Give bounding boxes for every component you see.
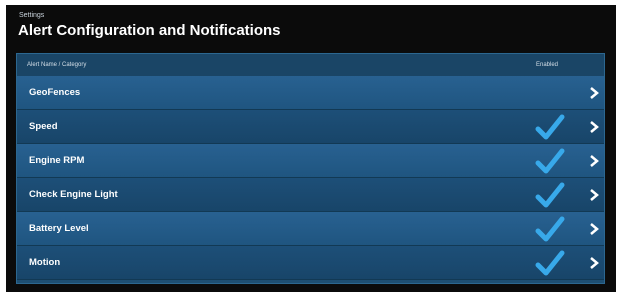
chevron-right-icon[interactable] <box>589 154 599 168</box>
chevron-right-icon[interactable] <box>589 256 599 270</box>
checkmark-icon[interactable] <box>535 112 565 142</box>
alert-row-check-engine-light[interactable]: Check Engine Light <box>17 178 604 212</box>
checkmark-icon[interactable] <box>535 180 565 210</box>
alerts-table: Alert Name / Category Enabled GeoFences … <box>16 53 605 284</box>
column-header-enabled: Enabled <box>536 62 559 68</box>
checkmark-icon[interactable] <box>535 214 565 244</box>
chevron-right-icon[interactable] <box>589 188 599 202</box>
breadcrumb[interactable]: Settings <box>19 12 44 19</box>
settings-window: Settings Alert Configuration and Notific… <box>6 5 616 292</box>
chevron-right-icon[interactable] <box>589 120 599 134</box>
alert-row-engine-rpm[interactable]: Engine RPM <box>17 144 604 178</box>
alert-label: Battery Level <box>29 223 89 234</box>
chevron-right-icon[interactable] <box>589 222 599 236</box>
alert-row-motion[interactable]: Motion <box>17 246 604 280</box>
page-title: Alert Configuration and Notifications <box>18 22 281 39</box>
chevron-right-icon[interactable] <box>589 86 599 100</box>
alert-row-geofences[interactable]: GeoFences <box>17 76 604 110</box>
alert-label: Engine RPM <box>29 155 85 166</box>
alert-row-speed[interactable]: Speed <box>17 110 604 144</box>
table-header: Alert Name / Category Enabled <box>17 54 604 77</box>
alert-row-battery-level[interactable]: Battery Level <box>17 212 604 246</box>
alert-label: GeoFences <box>29 87 81 98</box>
alert-label: Motion <box>29 257 61 268</box>
checkmark-icon[interactable] <box>535 146 565 176</box>
checkmark-icon[interactable] <box>535 248 565 278</box>
alert-label: Check Engine Light <box>29 189 118 200</box>
alert-label: Speed <box>29 121 58 132</box>
column-header-name: Alert Name / Category <box>27 62 87 68</box>
